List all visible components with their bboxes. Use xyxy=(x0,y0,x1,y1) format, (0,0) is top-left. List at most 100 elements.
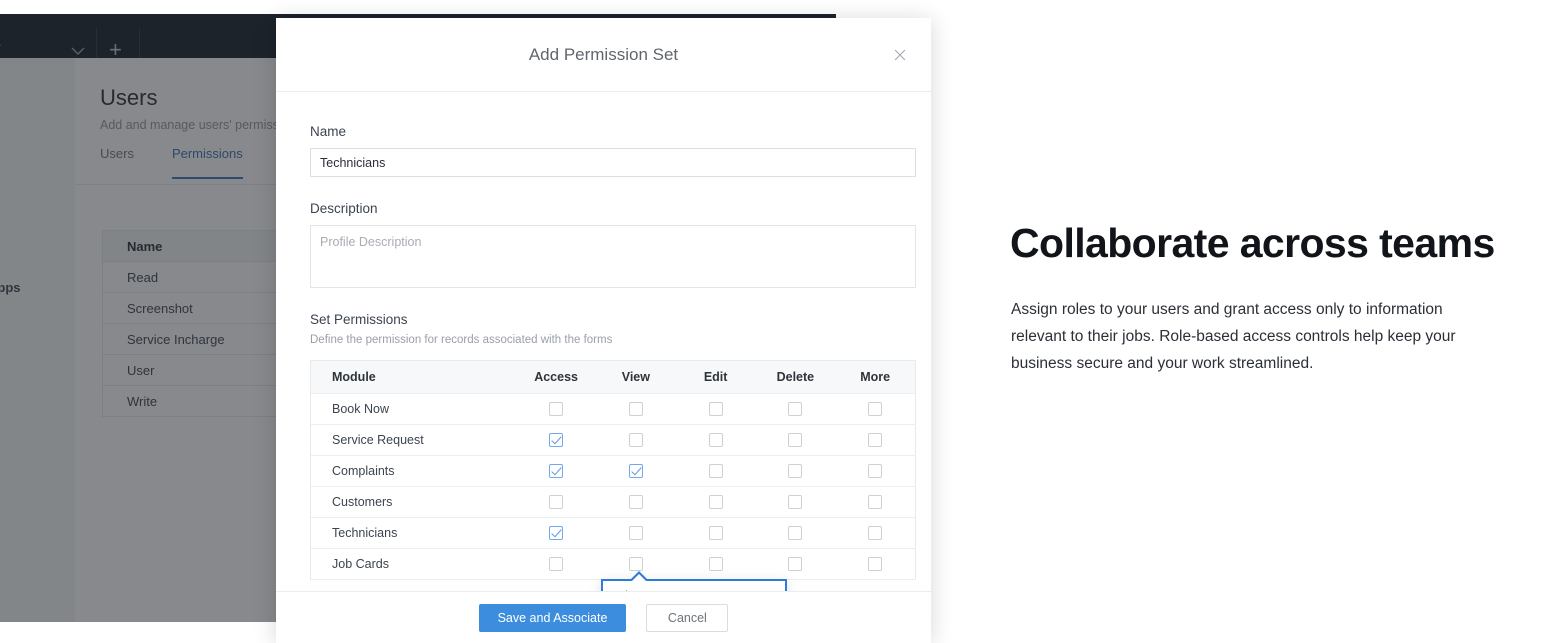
permission-cell-view xyxy=(596,464,676,478)
set-permissions-subtitle: Define the permission for records associ… xyxy=(310,334,613,346)
permission-module-name: Book Now xyxy=(332,402,389,416)
permission-cell-delete xyxy=(756,464,836,478)
permission-cell-edit xyxy=(676,495,756,509)
permission-cell-access xyxy=(516,433,596,447)
permission-cell-delete xyxy=(756,433,836,447)
permission-module-name: Customers xyxy=(332,495,393,509)
checkbox-more[interactable] xyxy=(868,557,883,571)
permission-cell-access xyxy=(516,464,596,478)
permission-row: Customers xyxy=(311,487,915,518)
checkbox-more[interactable] xyxy=(868,495,883,509)
name-label: Name xyxy=(310,124,347,139)
checkbox-edit[interactable] xyxy=(708,526,723,540)
checkbox-delete[interactable] xyxy=(788,402,803,416)
save-and-associate-button[interactable]: Save and Associate xyxy=(478,603,627,632)
description-input[interactable]: Profile Description xyxy=(310,225,916,288)
column-edit: Edit xyxy=(703,370,728,384)
permission-cell-access xyxy=(516,557,596,571)
permission-module-name: Technicians xyxy=(332,526,398,540)
promo-body: Assign roles to your users and grant acc… xyxy=(1011,301,1456,372)
checkbox-more[interactable] xyxy=(868,464,883,478)
column-more: More xyxy=(860,370,891,384)
permission-cell-access xyxy=(516,526,596,540)
add-permission-set-dialog: Add Permission Set Name Technicians Desc… xyxy=(276,18,931,643)
permission-row: Complaints xyxy=(311,456,915,487)
dialog-title: Add Permission Set xyxy=(528,44,679,64)
close-icon[interactable] xyxy=(761,590,774,592)
permission-cell-delete xyxy=(756,557,836,571)
permission-cell-view xyxy=(596,557,676,571)
popover-title: View xyxy=(617,589,644,591)
set-permissions-heading: Set Permissions xyxy=(310,312,408,327)
checkbox-view[interactable] xyxy=(628,495,643,509)
dialog-footer: Save and Associate Cancel xyxy=(276,591,931,643)
checkbox-delete[interactable] xyxy=(788,557,803,571)
screen-root: nter + Apps ‹ Users Add and manage users… xyxy=(0,0,1544,643)
permission-row: Technicians xyxy=(311,518,915,549)
checkbox-edit[interactable] xyxy=(708,433,723,447)
permission-cell-edit xyxy=(676,526,756,540)
dialog-header: Add Permission Set xyxy=(276,18,931,92)
close-icon[interactable] xyxy=(891,46,909,64)
checkbox-more[interactable] xyxy=(868,402,883,416)
permission-cell-delete xyxy=(756,526,836,540)
name-input[interactable]: Technicians xyxy=(310,148,916,177)
checkbox-edit[interactable] xyxy=(708,495,723,509)
column-delete: Delete xyxy=(776,370,815,384)
column-view: View xyxy=(621,370,650,384)
checkbox-access[interactable] xyxy=(549,557,564,571)
permissions-rows: Book Now Service Request Complaints Custome… xyxy=(311,394,915,580)
permission-cell-view xyxy=(596,495,676,509)
permission-cell-more xyxy=(835,402,915,416)
checkbox-access[interactable] xyxy=(549,526,564,540)
permissions-header-row: Module Access View Edit Delete More xyxy=(311,361,915,394)
checkbox-view[interactable] xyxy=(628,433,643,447)
permission-cell-more xyxy=(835,557,915,571)
checkbox-edit[interactable] xyxy=(708,557,723,571)
column-access: Access xyxy=(534,370,578,384)
permission-cell-view xyxy=(596,402,676,416)
permission-cell-edit xyxy=(676,402,756,416)
permission-cell-edit xyxy=(676,433,756,447)
dialog-body: Name Technicians Description Profile Des… xyxy=(276,92,931,591)
checkbox-view[interactable] xyxy=(628,526,643,540)
checkbox-access[interactable] xyxy=(549,464,564,478)
permission-cell-view xyxy=(596,526,676,540)
checkbox-access[interactable] xyxy=(549,433,564,447)
checkbox-delete[interactable] xyxy=(788,495,803,509)
checkbox-more[interactable] xyxy=(868,526,883,540)
description-label: Description xyxy=(310,201,378,216)
permission-module-name: Complaints xyxy=(332,464,395,478)
checkbox-more[interactable] xyxy=(868,433,883,447)
permission-cell-edit xyxy=(676,557,756,571)
checkbox-delete[interactable] xyxy=(788,464,803,478)
permission-cell-access xyxy=(516,495,596,509)
popover-header: View xyxy=(603,581,785,591)
permission-cell-more xyxy=(835,526,915,540)
cancel-button[interactable]: Cancel xyxy=(646,603,729,632)
checkbox-view[interactable] xyxy=(628,557,643,571)
checkbox-view[interactable] xyxy=(628,402,643,416)
view-permission-popover: View Complaints Report xyxy=(601,571,787,591)
checkbox-delete[interactable] xyxy=(788,526,803,540)
permission-cell-more xyxy=(835,433,915,447)
checkbox-edit[interactable] xyxy=(708,402,723,416)
checkbox-view[interactable] xyxy=(628,464,643,478)
permission-cell-view xyxy=(596,433,676,447)
permission-row: Job Cards xyxy=(311,549,915,580)
permission-row: Service Request xyxy=(311,425,915,456)
permission-module-name: Job Cards xyxy=(332,557,389,571)
promo-panel: Collaborate across teams Assign roles to… xyxy=(1010,0,1544,643)
promo-heading: Collaborate across teams xyxy=(1010,220,1495,266)
checkbox-edit[interactable] xyxy=(708,464,723,478)
checkbox-delete[interactable] xyxy=(788,433,803,447)
column-module: Module xyxy=(332,370,376,384)
permission-row: Book Now xyxy=(311,394,915,425)
permission-cell-edit xyxy=(676,464,756,478)
checkbox-access[interactable] xyxy=(549,495,564,509)
permissions-matrix: Module Access View Edit Delete More Book… xyxy=(310,360,916,580)
permission-cell-access xyxy=(516,402,596,416)
checkbox-access[interactable] xyxy=(549,402,564,416)
permission-cell-more xyxy=(835,495,915,509)
permission-cell-delete xyxy=(756,402,836,416)
